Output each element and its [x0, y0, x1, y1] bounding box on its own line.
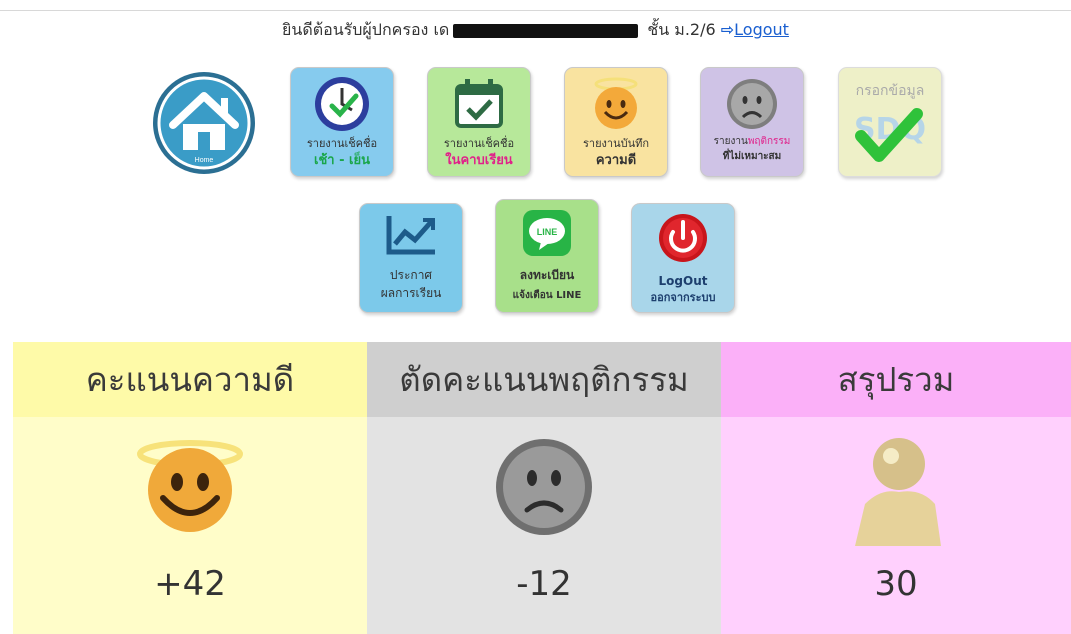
- logout-link[interactable]: Logout: [734, 20, 789, 39]
- bad-behavior-label-2: ที่ไม่เหมาะสม: [722, 151, 782, 162]
- home-button[interactable]: Home: [151, 70, 257, 176]
- angel-smiley-icon: [137, 440, 243, 532]
- deduct-score-value: -12: [516, 564, 572, 604]
- welcome-bar: ยินดีต้อนรับผู้ปกครอง เด ชั้น ม.2/6 ⇨Log…: [0, 18, 1071, 43]
- welcome-text: ยินดีต้อนรับผู้ปกครอง: [282, 20, 429, 39]
- user-silhouette-icon: [855, 438, 941, 546]
- power-icon: [659, 214, 707, 262]
- student-name-initial: เด: [433, 20, 450, 39]
- deduct-score-title: ตัดคะแนนพฤติกรรม: [367, 342, 721, 417]
- good-deeds-button[interactable]: รายงานบันทึก ความดี: [564, 67, 668, 177]
- good-deeds-label-2: ความดี: [595, 153, 637, 168]
- grades-button[interactable]: ประกาศ ผลการเรียน: [359, 203, 463, 313]
- calendar-check-icon: [455, 79, 503, 128]
- line-app-icon: LINE: [523, 210, 571, 256]
- line-notify-button[interactable]: LINE ลงทะเบียน แจ้งเตือน LINE: [495, 199, 599, 313]
- total-score-panel: สรุปรวม 30: [721, 342, 1071, 634]
- redacted-name: [453, 23, 639, 38]
- attendance-label-2: เช้า - เย็น: [314, 153, 370, 168]
- good-score-title: คะแนนความดี: [13, 342, 367, 417]
- angel-smiley-icon: [594, 77, 638, 129]
- class-label: ชั้น ม.2/6: [647, 20, 716, 39]
- grades-label-2: ผลการเรียน: [380, 286, 442, 300]
- bad-behavior-label-1b: พฤติกรรม: [747, 136, 791, 147]
- class-check-label-2: ในคาบเรียน: [445, 153, 513, 168]
- sdq-input-button[interactable]: กรอกข้อมูล SDQ: [838, 67, 942, 177]
- logout-tile-label-2: ออกจากระบบ: [650, 291, 716, 304]
- sad-face-icon: [496, 439, 592, 535]
- clock-icon: [315, 77, 369, 131]
- class-check-button[interactable]: รายงานเช็คชื่อ ในคาบเรียน: [427, 67, 531, 177]
- total-score-value: 30: [874, 564, 918, 604]
- bad-behavior-label-1a: รายงาน: [713, 136, 748, 147]
- bad-behavior-button[interactable]: รายงานพฤติกรรม ที่ไม่เหมาะสม: [700, 67, 804, 177]
- good-score-value: +42: [154, 564, 226, 604]
- good-score-panel: คะแนนความดี +42: [13, 342, 367, 634]
- logout-tile-label-1: LogOut: [658, 274, 708, 288]
- sad-face-icon: [727, 79, 777, 129]
- attendance-report-button[interactable]: รายงานเช็คชื่อ เช้า - เย็น: [290, 67, 394, 177]
- home-label: Home: [195, 157, 214, 164]
- line-notify-label-1: ลงทะเบียน: [519, 268, 575, 282]
- total-score-title: สรุปรวม: [721, 342, 1071, 417]
- line-notify-label-2: แจ้งเตือน LINE: [512, 290, 582, 301]
- sdq-label: กรอกข้อมูล: [855, 83, 925, 99]
- trend-chart-icon: [386, 216, 435, 255]
- line-icon-text: LINE: [537, 227, 558, 237]
- bad-behavior-label-1: รายงานพฤติกรรม: [701, 134, 803, 149]
- top-divider: [0, 10, 1071, 11]
- logout-icon: ⇨: [720, 20, 735, 39]
- logout-tile-button[interactable]: LogOut ออกจากระบบ: [631, 203, 735, 313]
- grades-label-1: ประกาศ: [389, 268, 433, 282]
- check-mark-icon: [855, 108, 923, 162]
- home-icon: Home: [153, 72, 255, 174]
- deduct-score-panel: ตัดคะแนนพฤติกรรม -12: [367, 342, 721, 634]
